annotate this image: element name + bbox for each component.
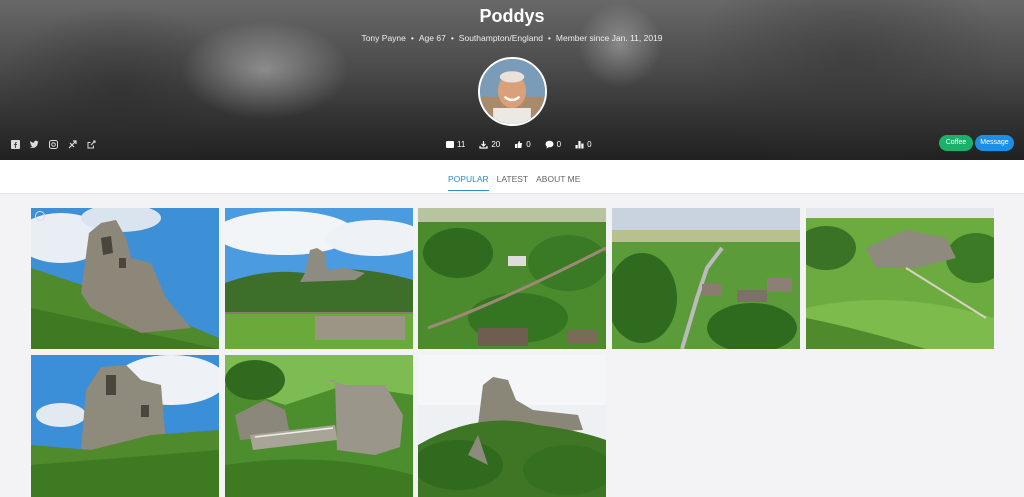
tab-about-me[interactable]: ABOUT ME xyxy=(536,174,580,191)
tab-list: POPULAR LATEST ABOUT ME xyxy=(448,174,580,191)
twitter-icon[interactable] xyxy=(29,140,39,150)
profile-stats: 11 20 0 0 0 xyxy=(445,140,592,149)
photo-thumbnail[interactable] xyxy=(418,355,606,497)
comment-icon xyxy=(545,140,554,149)
social-links xyxy=(10,140,96,150)
profile-header: Poddys Tony Payne • Age 67 • Southampton/Eng… xyxy=(0,0,1024,160)
photo-thumbnail[interactable] xyxy=(806,208,994,349)
photo-thumbnail[interactable] xyxy=(225,355,413,497)
external-link-icon[interactable] xyxy=(86,140,96,150)
coffee-button[interactable]: Coffee xyxy=(939,135,973,151)
downloads-stat: 20 xyxy=(479,140,500,149)
photo-icon xyxy=(445,140,454,149)
download-icon xyxy=(479,140,488,149)
profile-real-name: Tony Payne xyxy=(361,33,406,43)
instagram-icon[interactable] xyxy=(48,140,58,150)
avatar[interactable] xyxy=(478,57,547,126)
facebook-icon[interactable] xyxy=(10,140,20,150)
message-button[interactable]: Message xyxy=(975,135,1014,151)
rank-stat: 0 xyxy=(575,140,592,149)
profile-username: Poddys xyxy=(479,6,545,26)
photo-thumbnail[interactable] xyxy=(31,208,219,349)
profile-age: Age 67 xyxy=(418,33,446,43)
profile-location: Southampton/England xyxy=(458,33,543,43)
photo-thumbnail[interactable] xyxy=(612,208,800,349)
thumbs-up-icon xyxy=(514,140,523,149)
tab-latest[interactable]: LATEST xyxy=(497,174,529,191)
profile-meta: Tony Payne • Age 67 • Southampton/England • Me… xyxy=(361,33,663,43)
profile-member-since: Member since Jan. 11, 2019 xyxy=(555,33,663,43)
photos-stat: 11 xyxy=(445,140,465,149)
curated-badge-icon xyxy=(35,211,45,221)
photo-thumbnail[interactable] xyxy=(31,355,219,497)
profile-tab-bar: POPULAR LATEST ABOUT ME xyxy=(0,160,1024,194)
flickr-icon[interactable] xyxy=(67,140,77,150)
tab-popular[interactable]: POPULAR xyxy=(448,174,489,191)
photo-thumbnail[interactable] xyxy=(225,208,413,349)
comments-stat: 0 xyxy=(545,140,561,149)
rank-icon xyxy=(575,140,584,149)
likes-stat: 0 xyxy=(514,140,531,149)
photo-thumbnail[interactable] xyxy=(418,208,606,349)
